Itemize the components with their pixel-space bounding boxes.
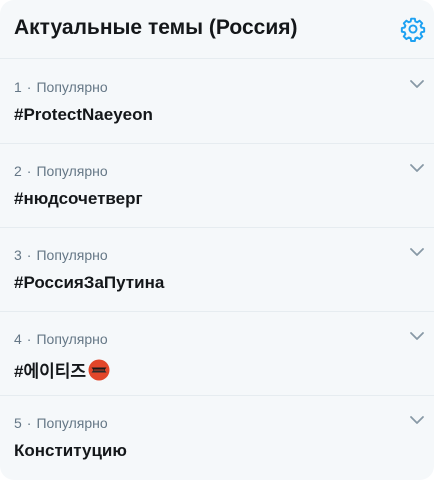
chevron-down-icon[interactable] (409, 245, 425, 257)
trend-separator: · (26, 247, 32, 263)
trend-name-text: #ProtectNaeyeon (14, 105, 153, 124)
trend-separator: · (26, 415, 32, 431)
trend-item[interactable]: 2 · Популярно #нюдсочетверг (0, 143, 434, 228)
trend-rank: 3 (14, 247, 22, 263)
trend-context: Популярно (36, 331, 108, 347)
trend-item[interactable]: 4 · Популярно #에이티즈 (0, 311, 434, 396)
trend-context: Популярно (36, 163, 108, 179)
trends-panel: Актуальные темы (Россия) 1 · Популярно #Pr… (0, 0, 434, 480)
trend-item[interactable]: 1 · Популярно #ProtectNaeyeon (0, 59, 434, 144)
trend-name-text: #РоссияЗаПутина (14, 273, 165, 292)
trend-meta: 2 · Популярно (14, 163, 108, 179)
trend-separator: · (26, 163, 32, 179)
trend-rank: 1 (14, 79, 22, 95)
trends-header: Актуальные темы (Россия) (0, 0, 434, 59)
trend-context: Популярно (36, 247, 108, 263)
trend-context: Популярно (36, 415, 108, 431)
trend-name[interactable]: #ProtectNaeyeon (14, 105, 153, 125)
trend-rank: 4 (14, 331, 22, 347)
trend-separator: · (26, 331, 32, 347)
trend-meta: 3 · Популярно (14, 247, 108, 263)
trend-separator: · (26, 79, 32, 95)
chevron-down-icon[interactable] (409, 329, 425, 341)
trend-meta: 5 · Популярно (14, 415, 108, 431)
trend-item[interactable]: 3 · Популярно #РоссияЗаПутина (0, 227, 434, 312)
trend-name[interactable]: #에이티즈 (14, 357, 110, 382)
trend-item[interactable]: 5 · Популярно Конституцию (0, 395, 434, 479)
trends-title: Актуальные темы (Россия) (14, 16, 298, 39)
trend-meta: 4 · Популярно (14, 331, 108, 347)
trend-name-text: Конституцию (14, 441, 127, 460)
chevron-down-icon[interactable] (409, 161, 425, 173)
trend-rank: 5 (14, 415, 22, 431)
trend-name-text: #에이티즈 (14, 362, 87, 381)
trend-name-text: #нюдсочетверг (14, 189, 143, 208)
gear-icon[interactable] (400, 16, 426, 42)
ateez-hashflag-icon (88, 359, 110, 381)
trend-name[interactable]: Конституцию (14, 441, 127, 461)
chevron-down-icon[interactable] (409, 413, 425, 425)
chevron-down-icon[interactable] (409, 77, 425, 89)
trend-name[interactable]: #нюдсочетверг (14, 189, 143, 209)
trend-rank: 2 (14, 163, 22, 179)
trend-name[interactable]: #РоссияЗаПутина (14, 273, 164, 293)
trend-meta: 1 · Популярно (14, 79, 108, 95)
trend-context: Популярно (36, 79, 108, 95)
